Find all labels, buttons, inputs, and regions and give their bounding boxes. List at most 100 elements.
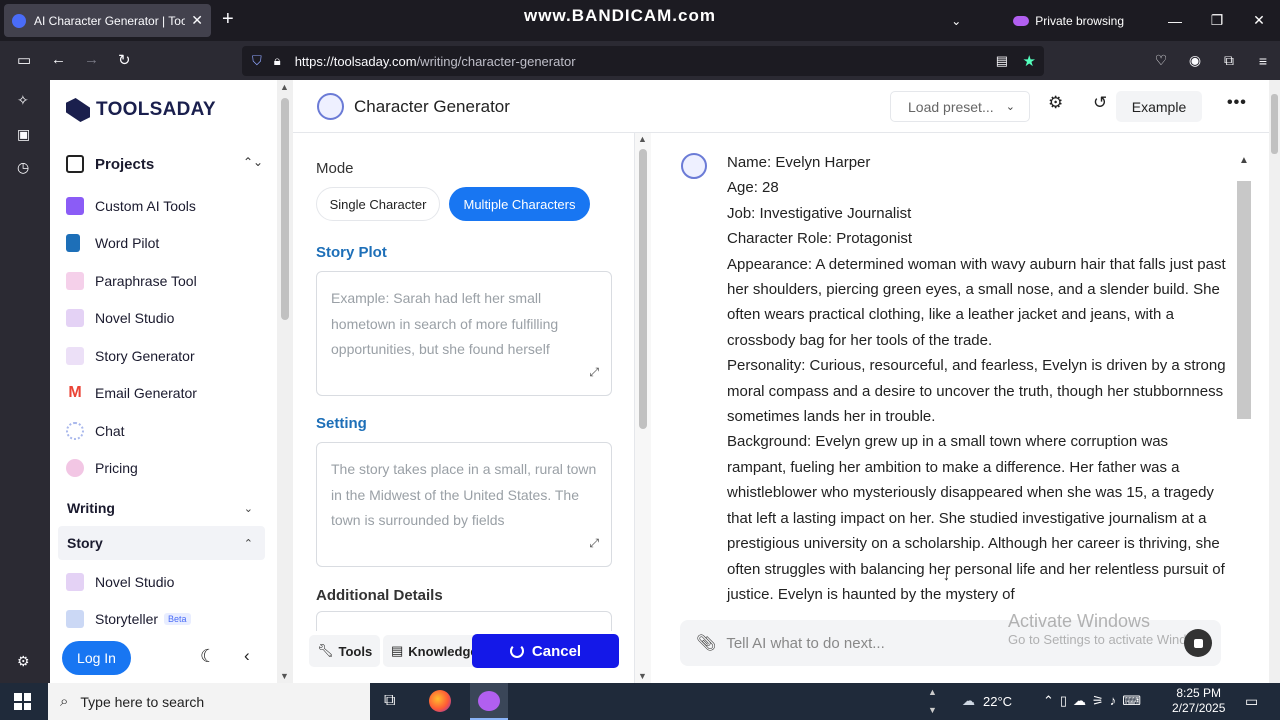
bookmark-star-icon[interactable]: ★ (1023, 52, 1036, 70)
sidebar-item-label: Chat (95, 423, 125, 439)
browser-tab[interactable]: AI Character Generator | Toolsaday ✕ (4, 4, 211, 37)
sidebar-item-novel-studio[interactable]: Novel Studio (66, 309, 174, 327)
synced-tabs-icon[interactable]: ▣ (17, 126, 30, 143)
extensions-icon[interactable]: ⧉ (1212, 52, 1246, 69)
scroll-thumb[interactable] (281, 98, 289, 320)
history-icon[interactable]: ◷ (17, 159, 29, 176)
sidebar-item-story-novel-studio[interactable]: Novel Studio (66, 573, 174, 591)
minimize-button[interactable]: — (1154, 13, 1196, 29)
form-scrollbar[interactable]: ▲ ▼ (635, 133, 651, 683)
taskbar-clock[interactable]: 8:25 PM 2/27/2025 (1172, 686, 1225, 716)
cancel-button[interactable]: Cancel (472, 634, 619, 668)
task-view-icon[interactable]: ⧉ (384, 692, 395, 710)
scroll-down-icon[interactable]: ▼ (638, 671, 647, 681)
expand-icon[interactable]: ⤢ (589, 531, 599, 557)
taskbar-scroll-arrows[interactable]: ▲ ▼ (928, 683, 937, 719)
sidebar-item-storyteller[interactable]: Storyteller Beta (66, 610, 191, 628)
output-line: Personality: Curious, resourceful, and f… (727, 357, 1226, 426)
scroll-thumb[interactable] (1237, 181, 1251, 419)
mode-single-button[interactable]: Single Character (316, 187, 440, 221)
attachment-icon[interactable]: 📎︎ (696, 633, 716, 653)
account-icon[interactable]: ◉ (1178, 52, 1212, 69)
customize-sidebar-icon[interactable]: ⚙ (17, 653, 30, 670)
sidebar-scrollbar[interactable]: ▲ ▼ (277, 80, 293, 683)
clock-date: 2/27/2025 (1172, 701, 1226, 715)
story-plot-textarea[interactable]: Example: Sarah had left her small hometo… (316, 271, 612, 396)
lock-icon[interactable]: 🔒︎ (274, 53, 281, 69)
storyteller-icon (66, 610, 84, 628)
reload-icon[interactable]: ↻ (118, 51, 131, 69)
sidebar-item-label: Story Generator (95, 348, 195, 364)
login-button[interactable]: Log In (62, 641, 131, 675)
scroll-to-bottom-icon[interactable]: ↓ (943, 567, 950, 583)
output-line: Background: Evelyn grew up in a small to… (727, 433, 1225, 603)
taskbar-search[interactable]: ⌕ Type here to search (48, 683, 370, 720)
ai-chatbot-icon[interactable]: ✧ (17, 92, 29, 109)
mode-multiple-button[interactable]: Multiple Characters (449, 187, 590, 221)
menu-icon[interactable]: ≡ (1246, 53, 1280, 69)
more-options-icon[interactable]: ••• (1227, 94, 1247, 112)
output-line: Character Role: Protagonist (727, 230, 913, 248)
page-scrollbar[interactable] (1269, 80, 1280, 683)
dark-mode-icon[interactable]: ☾ (200, 646, 216, 667)
sidebar-item-story-generator[interactable]: Story Generator (66, 347, 195, 365)
sidebar-item-paraphrase-tool[interactable]: Paraphrase Tool (66, 272, 197, 290)
sidebar-item-custom-ai-tools[interactable]: Custom AI Tools (66, 197, 196, 215)
windows-start-icon[interactable] (14, 693, 31, 710)
scroll-up-icon[interactable]: ▲ (280, 82, 289, 92)
tools-label: Tools (338, 643, 373, 659)
close-window-button[interactable]: ✕ (1238, 12, 1280, 29)
history-icon[interactable]: ↺ (1093, 93, 1107, 113)
scroll-thumb[interactable] (639, 149, 647, 429)
sidebar-item-word-pilot[interactable]: Word Pilot (66, 234, 159, 252)
settings-gear-icon[interactable]: ⚙ (1048, 93, 1063, 113)
url-bar[interactable]: ⛉ 🔒︎ https://toolsaday.com /writing/char… (242, 46, 1044, 76)
scroll-up-icon[interactable]: ▲ (638, 134, 647, 144)
scroll-thumb[interactable] (1271, 94, 1278, 154)
expand-icon[interactable]: ⤢ (589, 360, 599, 386)
knowledge-icon: ▤ (391, 643, 404, 658)
cloud-icon: ☁ (962, 693, 975, 708)
private-browsing-label: Private browsing (1035, 13, 1124, 28)
firefox-icon[interactable] (429, 690, 451, 712)
tracking-shield-icon[interactable]: ⛉ (252, 53, 262, 69)
collapse-sidebar-icon[interactable]: ‹ (244, 646, 250, 666)
output-scrollbar[interactable]: ▲ (1235, 153, 1253, 673)
back-icon[interactable]: ← (51, 51, 66, 68)
section-story[interactable]: Story ⌃ (58, 526, 265, 560)
tab-favicon-icon (12, 13, 26, 28)
new-tab-button[interactable]: + (222, 8, 234, 31)
app-sidebar: TOOLSADAY Projects ⌃⌄ Custom AI Tools Wo… (50, 80, 277, 683)
tab-close-icon[interactable]: ✕ (191, 12, 203, 29)
notifications-icon[interactable]: ▭ (1245, 693, 1258, 710)
knowledge-label: Knowledge (408, 643, 478, 659)
tools-button[interactable]: 🔧︎ Tools (309, 635, 381, 667)
projects-menu[interactable]: Projects (66, 155, 154, 173)
list-tabs-icon[interactable]: ⌄ (951, 14, 961, 28)
knowledge-button[interactable]: ▤ Knowledge (383, 635, 486, 667)
weather-widget[interactable]: ☁ 22°C (962, 693, 1012, 709)
sidebar-item-label: Pricing (95, 460, 138, 476)
sidebar-item-pricing[interactable]: Pricing (66, 459, 138, 477)
bandicam-app-icon[interactable] (470, 683, 508, 720)
scroll-down-icon[interactable]: ▼ (280, 671, 289, 681)
pocket-icon[interactable]: ♡ (1144, 52, 1178, 69)
sidebar-toggle-icon[interactable]: ▭ (17, 51, 31, 69)
character-generator-icon (317, 93, 344, 120)
forward-icon[interactable]: → (84, 51, 99, 68)
load-preset-dropdown[interactable]: Load preset... ⌄ (890, 91, 1030, 122)
maximize-button[interactable]: ❐ (1196, 12, 1238, 29)
sidebar-item-chat[interactable]: Chat (66, 422, 125, 440)
scroll-up-icon[interactable]: ▲ (1239, 155, 1249, 166)
system-tray-icons[interactable]: ⌃▯☁︎⚞♪⌨ (1043, 693, 1147, 709)
sidebar-item-email-generator[interactable]: M Email Generator (66, 384, 197, 402)
reader-view-icon[interactable]: ▤ (996, 53, 1008, 69)
setting-textarea[interactable]: The story takes place in a small, rural … (316, 442, 612, 567)
projects-expand-icon[interactable]: ⌃⌄ (243, 155, 263, 169)
stop-generation-button[interactable] (1184, 629, 1212, 657)
preset-label: Load preset... (908, 98, 994, 115)
toolsaday-logo[interactable]: TOOLSADAY (66, 98, 216, 122)
taskbar-search-placeholder: Type here to search (80, 693, 205, 710)
section-writing[interactable]: Writing ⌄ (58, 491, 265, 525)
example-button[interactable]: Example (1116, 91, 1202, 122)
